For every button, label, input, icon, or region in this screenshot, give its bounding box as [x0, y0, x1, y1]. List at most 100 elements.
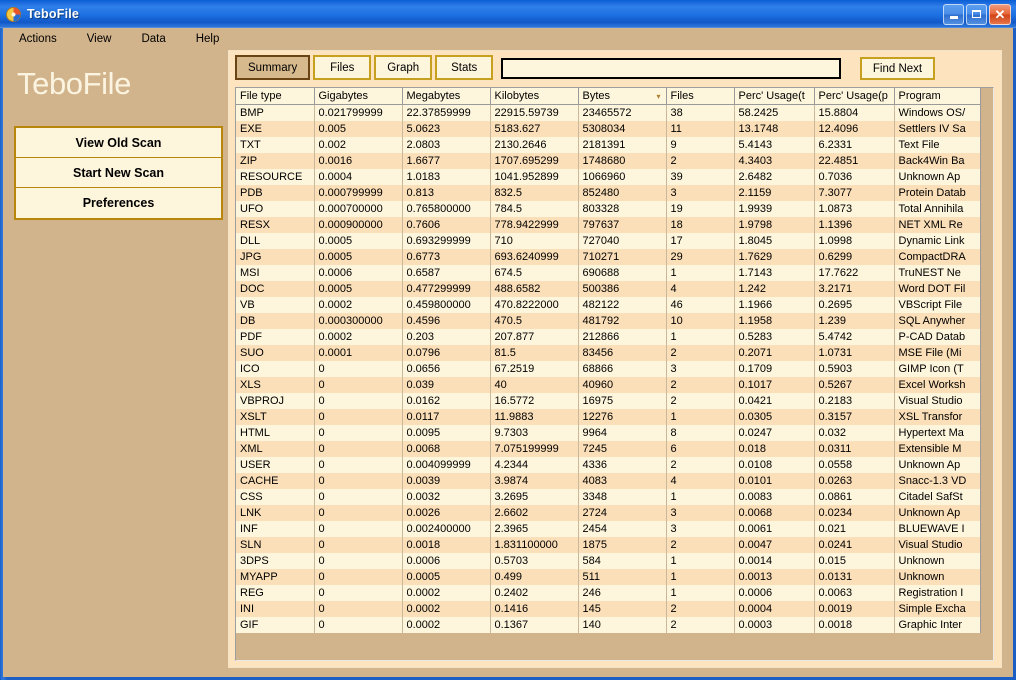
table-cell: 1.7143 [734, 264, 815, 281]
grid-column-header-label: Megabytes [406, 90, 461, 102]
table-cell: 3348 [578, 488, 667, 505]
menu-item-actions[interactable]: Actions [17, 32, 59, 46]
table-row[interactable]: UFO 0.000700000 0.765800000 784.5 803328 19 1.… [236, 200, 981, 217]
table-cell: 9 [666, 136, 735, 153]
grid-column-header[interactable]: Megabytes [402, 88, 491, 105]
table-cell: 0.7606 [402, 216, 491, 233]
table-cell: 5183.627 [490, 120, 579, 137]
table-cell: 0 [314, 408, 403, 425]
table-cell: CSS [236, 488, 315, 505]
view-old-scan-button[interactable]: View Old Scan [16, 128, 221, 158]
table-row[interactable]: RESX 0.000900000 0.7606 778.9422999 797637 18… [236, 216, 981, 233]
table-row[interactable]: SLN 0 0.0018 1.831100000 1875 2 0.0047 0.0241 Vi… [236, 536, 981, 553]
grid-column-header[interactable]: Perc' Usage(p [814, 88, 895, 105]
table-row[interactable]: MSI 0.0006 0.6587 674.5 690688 1 1.7143 17.7622… [236, 264, 981, 281]
grid-column-header[interactable]: Perc' Usage(t [734, 88, 815, 105]
window-title: TeboFile [27, 7, 80, 21]
table-row[interactable]: PDB 0.000799999 0.813 832.5 852480 3 2.1159 7.3… [236, 184, 981, 201]
maximize-icon[interactable] [966, 3, 987, 25]
table-row[interactable]: DOC 0.0005 0.477299999 488.6582 500386 4 1.242… [236, 280, 981, 297]
table-row[interactable]: HTML 0 0.0095 9.7303 9964 8 0.0247 0.032 Hyperte… [236, 424, 981, 441]
menu-item-data[interactable]: Data [139, 32, 167, 46]
table-row[interactable]: SUO 0.0001 0.0796 81.5 83456 2 0.2071 1.0731 MSE… [236, 344, 981, 361]
table-cell: INI [236, 600, 315, 617]
table-cell: 0.1017 [734, 376, 815, 393]
table-cell: ICO [236, 360, 315, 377]
table-row[interactable]: CACHE 0 0.0039 3.9874 4083 4 0.0101 0.0263 Snacc… [236, 472, 981, 489]
table-cell: PDF [236, 328, 315, 345]
table-cell: MSE File (Mi [894, 344, 981, 361]
grid-column-header[interactable]: File type [236, 88, 315, 105]
grid-column-header[interactable]: Files [666, 88, 735, 105]
table-row[interactable]: ICO 0 0.0656 67.2519 68866 3 0.1709 0.5903 GIMP … [236, 360, 981, 377]
title-bar: TeboFile ✕ [0, 0, 1016, 28]
table-cell: XML [236, 440, 315, 457]
table-cell: 39 [666, 168, 735, 185]
table-cell: 0 [314, 376, 403, 393]
table-row[interactable]: VB 0.0002 0.459800000 470.8222000 482122 46 1.… [236, 296, 981, 313]
table-cell: 0.000900000 [314, 216, 403, 233]
table-row[interactable]: EXE 0.005 5.0623 5183.627 5308034 11 13.1748 12… [236, 120, 981, 137]
menu-item-view[interactable]: View [85, 32, 114, 46]
tab-stats[interactable]: Stats [435, 55, 494, 80]
table-cell: 0.021799999 [314, 104, 403, 121]
table-cell: XSL Transfor [894, 408, 981, 425]
grid-column-header-label: Kilobytes [494, 90, 540, 102]
table-row[interactable]: INI 0 0.0002 0.1416 145 2 0.0004 0.0019 Simple E… [236, 600, 981, 617]
table-cell: Unknown Ap [894, 504, 981, 521]
search-input[interactable] [501, 58, 841, 79]
grid-column-header[interactable]: Program [894, 88, 981, 105]
file-type-grid-container[interactable]: File type Gigabytes Megabytes Kilobytes Byte… [235, 87, 994, 661]
tab-files[interactable]: Files [313, 55, 372, 80]
table-cell: 38 [666, 104, 735, 121]
grid-column-header[interactable]: Gigabytes [314, 88, 403, 105]
table-row[interactable]: PDF 0.0002 0.203 207.877 212866 1 0.5283 5.4742… [236, 328, 981, 345]
sort-descending-icon: ▾ [656, 92, 661, 101]
table-row[interactable]: DB 0.000300000 0.4596 470.5 481792 10 1.1958 1.… [236, 312, 981, 329]
table-row[interactable]: TXT 0.002 2.0803 2130.2646 2181391 9 5.4143 6.2… [236, 136, 981, 153]
table-row[interactable]: USER 0 0.004099999 4.2344 4336 2 0.0108 0.0558 U… [236, 456, 981, 473]
table-row[interactable]: MYAPP 0 0.0005 0.499 511 1 0.0013 0.0131 Unknown [236, 568, 981, 585]
start-new-scan-button[interactable]: Start New Scan [16, 158, 221, 188]
table-row[interactable]: REG 0 0.0002 0.2402 246 1 0.0006 0.0063 Registra… [236, 584, 981, 601]
table-cell: Hypertext Ma [894, 424, 981, 441]
table-cell: 1748680 [578, 152, 667, 169]
menu-item-help[interactable]: Help [194, 32, 222, 46]
table-row[interactable]: CSS 0 0.0032 3.2695 3348 1 0.0083 0.0861 Citadel… [236, 488, 981, 505]
table-cell: 0.4596 [402, 312, 491, 329]
table-cell: 0.0247 [734, 424, 815, 441]
table-row[interactable]: LNK 0 0.0026 2.6602 2724 3 0.0068 0.0234 Unknown… [236, 504, 981, 521]
minimize-icon[interactable] [943, 3, 964, 25]
table-cell: 0.0005 [314, 280, 403, 297]
table-cell: 710271 [578, 248, 667, 265]
table-cell: UFO [236, 200, 315, 217]
table-row[interactable]: XML 0 0.0068 7.075199999 7245 6 0.018 0.0311 Ext… [236, 440, 981, 457]
table-row[interactable]: JPG 0.0005 0.6773 693.6240999 710271 29 1.7629… [236, 248, 981, 265]
grid-column-header[interactable]: Kilobytes [490, 88, 579, 105]
table-cell: 1.1958 [734, 312, 815, 329]
close-icon[interactable]: ✕ [989, 3, 1011, 25]
grid-column-header-label: File type [240, 90, 282, 102]
table-cell: 0.0068 [734, 504, 815, 521]
table-cell: Unknown Ap [894, 456, 981, 473]
table-cell: 17 [666, 232, 735, 249]
table-row[interactable]: XLS 0 0.039 40 40960 2 0.1017 0.5267 Excel Works… [236, 376, 981, 393]
table-row[interactable]: 3DPS 0 0.0006 0.5703 584 1 0.0014 0.015 Unknown [236, 552, 981, 569]
table-row[interactable]: BMP 0.021799999 22.37859999 22915.59739 2346… [236, 104, 981, 121]
table-cell: 0 [314, 552, 403, 569]
tab-graph[interactable]: Graph [374, 55, 433, 80]
table-row[interactable]: DLL 0.0005 0.693299999 710 727040 17 1.8045 1.0… [236, 232, 981, 249]
tab-summary[interactable]: Summary [235, 55, 311, 80]
table-row[interactable]: VBPROJ 0 0.0162 16.5772 16975 2 0.0421 0.2183 Vi… [236, 392, 981, 409]
table-cell: 0.0002 [402, 616, 491, 633]
table-row[interactable]: INF 0 0.002400000 2.3965 2454 3 0.0061 0.021 BLU… [236, 520, 981, 537]
table-row[interactable]: ZIP 0.0016 1.6677 1707.695299 1748680 2 4.3403… [236, 152, 981, 169]
preferences-button[interactable]: Preferences [16, 188, 221, 218]
table-cell: 0 [314, 584, 403, 601]
grid-column-header[interactable]: Bytes ▾ [578, 88, 667, 105]
table-row[interactable]: XSLT 0 0.0117 11.9883 12276 1 0.0305 0.3157 XSL … [236, 408, 981, 425]
find-next-button[interactable]: Find Next [860, 57, 935, 80]
table-cell: 0.0002 [314, 328, 403, 345]
table-row[interactable]: RESOURCE 0.0004 1.0183 1041.952899 1066960 39… [236, 168, 981, 185]
table-row[interactable]: GIF 0 0.0002 0.1367 140 2 0.0003 0.0018 Graphic … [236, 616, 981, 633]
